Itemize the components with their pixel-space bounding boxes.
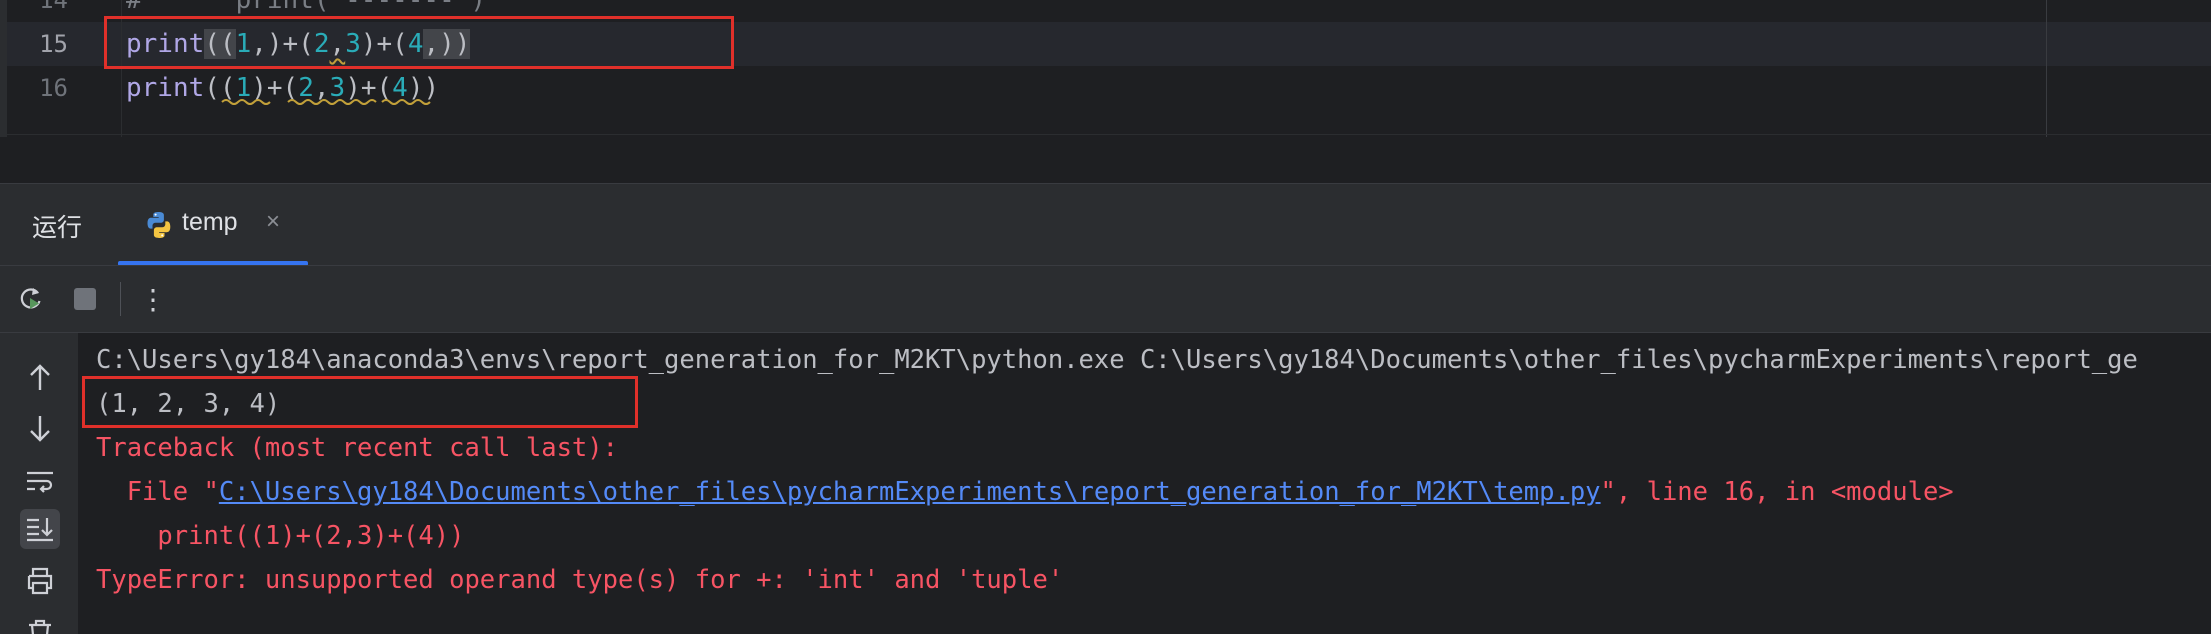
- type-error-message: TypeError: unsupported operand type(s) f…: [96, 565, 1064, 595]
- arrow-up-icon: [30, 364, 50, 390]
- print-icon: [27, 567, 53, 595]
- soft-wrap-button[interactable]: [20, 461, 60, 501]
- clear-all-button[interactable]: [20, 613, 60, 634]
- run-tool-window-title: 运行: [32, 214, 83, 242]
- tab-label: temp: [182, 208, 238, 236]
- traceback-header: Traceback (most recent call last):: [96, 433, 618, 463]
- run-tool-window-header: 运行 temp ×: [0, 183, 2211, 266]
- toolbar-separator: [120, 282, 121, 316]
- more-options-icon[interactable]: ⋮: [136, 282, 170, 316]
- python-icon: [147, 212, 171, 238]
- tab-temp[interactable]: temp ×: [118, 184, 308, 266]
- trash-icon: [29, 619, 51, 634]
- traceback-code-line: print((1)+(2,3)+(4)): [96, 521, 465, 551]
- run-toolbar: ⋮: [0, 265, 2211, 333]
- editor-empty-area: [0, 137, 2211, 183]
- rerun-button[interactable]: [14, 282, 48, 316]
- scroll-to-end-button[interactable]: [20, 509, 60, 549]
- scroll-up-button[interactable]: [20, 357, 60, 397]
- stop-button[interactable]: [68, 282, 102, 316]
- scroll-to-end-icon: [27, 518, 53, 542]
- print-button[interactable]: [20, 561, 60, 601]
- stop-icon: [74, 288, 96, 310]
- console-sidebar: [0, 333, 78, 634]
- close-tab-icon[interactable]: ×: [266, 208, 280, 236]
- annotation-box-output: [82, 376, 638, 428]
- traceback-file-line: File "C:\Users\gy184\Documents\other_fil…: [96, 477, 1954, 507]
- soft-wrap-icon: [27, 471, 53, 493]
- scroll-down-button[interactable]: [20, 409, 60, 449]
- file-path-link[interactable]: C:\Users\gy184\Documents\other_files\pyc…: [219, 477, 1601, 507]
- annotation-box-line-15: [104, 16, 734, 69]
- arrow-down-icon: [30, 416, 50, 442]
- left-edge-strip: [0, 0, 7, 137]
- right-margin-guide: [2046, 0, 2047, 137]
- editor-bottom-border: [0, 134, 2211, 135]
- rerun-icon: [20, 288, 41, 309]
